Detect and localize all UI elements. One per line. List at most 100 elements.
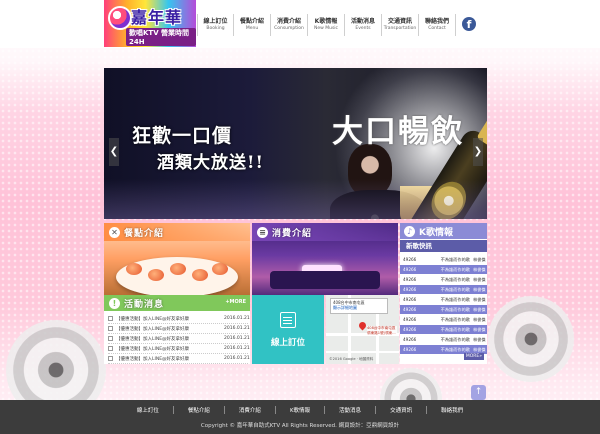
song-title: 不為誰而作的歌 [440,326,470,332]
song-artist: 林俊傑 [473,346,486,352]
map-detail-link[interactable]: 顯示詳細地圖 [333,305,385,310]
song-title: 不為誰而作的歌 [440,296,470,302]
site-footer: 線上訂位 餐點介紹 消費介紹 K歌情報 活動消息 交通資訊 聯絡我們 Copyr… [0,400,600,434]
song-code: 49266 [403,277,417,282]
footer-link-transportation[interactable]: 交通資訊 [376,406,428,414]
footer-nav: 線上訂位 餐點介紹 消費介紹 K歌情報 活動消息 交通資訊 聯絡我們 [0,406,600,414]
song-title: 不為誰而作的歌 [440,276,470,282]
event-title: 【優惠活動】加入LINE@好友拿好康 [116,316,190,322]
footer-link-consumption[interactable]: 消費介紹 [225,406,276,414]
note-icon: ≡ [257,226,268,238]
events-panel: ! 活動消息 +MORE 【優惠活動】加入LINE@好友拿好康 2016.01.… [104,295,250,364]
list-item[interactable]: 【優惠活動】加入LINE@好友拿好康 2016.01.21 [108,314,250,324]
events-more-link[interactable]: +MORE [225,299,246,305]
table-row[interactable]: 49266 不為誰而作的歌 林俊傑 [400,315,487,324]
nav-item-transportation[interactable]: 交通資訊 Transportation [382,14,419,36]
map-pin-icon[interactable] [357,320,368,331]
events-header: ! 活動消息 +MORE [104,295,250,311]
song-title: 不為誰而作的歌 [440,316,470,322]
map-attribution: ©2016 Google · 地圖資料 [329,357,374,361]
nav-item-new-music[interactable]: K歌情報 New Music [308,14,345,36]
table-row[interactable]: 49266 不為誰而作的歌 林俊傑 [400,255,487,264]
site-logo[interactable]: 嘉年華 歡唱KTV 營業時間24H [104,0,196,47]
song-code: 49266 [403,317,417,322]
logo-subtitle: 歡唱KTV 營業時間24H [126,28,196,46]
nav-label: 活動消息 [350,18,375,25]
facebook-icon[interactable]: f [462,17,476,31]
list-item[interactable]: 【優惠活動】加入LINE@好友拿好康 2016.01.21 [108,344,250,354]
consumption-panel-title: 消費介紹 [272,228,313,239]
nav-sublabel: Transportation [383,26,417,31]
logo-mark-icon [108,6,132,30]
map-panel[interactable]: 408台中市南屯區 顯示詳細地圖 408台中市南屯區嶺東路1號(嶺東... ©2… [326,295,399,364]
event-title: 【優惠活動】加入LINE@好友拿好康 [116,346,190,352]
music-note-icon: ♪ [404,225,415,237]
nav-label: 聯絡我們 [424,18,449,25]
banner-headline-2: 酒類大放送!! [157,153,264,173]
song-artist: 林俊傑 [473,276,486,282]
booking-label: 線上訂位 [270,338,305,348]
slider-prev-button[interactable]: ❮ [109,138,119,166]
table-row[interactable]: 49266 不為誰而作的歌 林俊傑 [400,265,487,274]
table-row[interactable]: 49266 不為誰而作的歌 林俊傑 [400,305,487,314]
nav-sublabel: Booking [206,26,225,31]
song-title: 不為誰而作的歌 [440,286,470,292]
footer-link-menu[interactable]: 餐點介紹 [174,406,225,414]
song-artist: 林俊傑 [473,266,486,272]
site-header: 嘉年華 歡唱KTV 營業時間24H 線上訂位 Booking 餐點介紹 Menu… [0,0,600,48]
song-artist: 林俊傑 [473,296,486,302]
footer-link-new-music[interactable]: K歌情報 [276,406,326,414]
banner-fog [104,179,487,219]
footer-link-events[interactable]: 活動消息 [325,406,377,414]
back-to-top-button[interactable]: ↑ [471,385,486,400]
utensils-icon: ✕ [109,226,120,238]
ktv-more-link[interactable]: MORE» [463,353,484,360]
copyright-text: Copyright © 嘉年華自助式KTV All Rights Reserve… [200,423,400,429]
map-place-label: 408台中市南屯區嶺東路1號(嶺東... [367,326,397,335]
song-artist: 林俊傑 [473,316,486,322]
list-item[interactable]: 【優惠活動】加入LINE@好友拿好康 2016.01.21 [108,354,250,364]
nav-item-consumption[interactable]: 消費介紹 Consumption [271,14,308,36]
document-icon [108,356,113,361]
footer-link-booking[interactable]: 線上訂位 [123,406,174,414]
song-code: 49266 [403,347,417,352]
shrimp [212,263,228,275]
nav-label: 線上訂位 [203,18,228,25]
slider-next-button[interactable]: ❯ [473,138,483,166]
nav-item-events[interactable]: 活動消息 Events [345,14,382,36]
table-row[interactable]: 49266 不為誰而作的歌 林俊傑 [400,275,487,284]
table-row[interactable]: 49266 不為誰而作的歌 林俊傑 [400,295,487,304]
event-title: 【優惠活動】加入LINE@好友拿好康 [116,336,190,342]
nav-label: K歌情報 [314,18,338,25]
ktv-title: K歌情報 [419,227,453,238]
banner-headline-1: 狂歡一口價 [132,125,233,147]
song-artist: 林俊傑 [473,256,486,262]
song-title: 不為誰而作的歌 [440,256,470,262]
nav-sublabel: Contact [428,26,446,31]
banner-headline-3: 大口暢飲 [332,114,464,150]
hero-banner[interactable]: 狂歡一口價 酒類大放送!! 大口暢飲 ❮ ❯ [104,68,487,219]
event-title: 【優惠活動】加入LINE@好友拿好康 [116,356,190,362]
list-item[interactable]: 【優惠活動】加入LINE@好友拿好康 2016.01.21 [108,324,250,334]
nav-item-menu[interactable]: 餐點介紹 Menu [234,14,271,36]
booking-tile[interactable]: 線上訂位 [252,295,324,364]
document-icon [108,326,113,331]
nav-item-contact[interactable]: 聯絡我們 Contact [419,14,456,36]
song-title: 不為誰而作的歌 [440,346,470,352]
menu-panel[interactable]: ✕ 餐點介紹 [104,223,250,295]
consumption-panel[interactable]: ≡ 消費介紹 [252,223,398,295]
table-row[interactable]: 49266 不為誰而作的歌 林俊傑 [400,335,487,344]
table-row[interactable]: 49266 不為誰而作的歌 林俊傑 [400,325,487,334]
ktv-song-list: 49266 不為誰而作的歌 林俊傑 49266 不為誰而作的歌 林俊傑 49266 不為誰… [400,255,487,355]
table-row[interactable]: 49266 不為誰而作的歌 林俊傑 [400,285,487,294]
events-header-inner: ! 活動消息 [104,295,164,311]
footer-link-contact[interactable]: 聯絡我們 [427,406,477,414]
nav-item-booking[interactable]: 線上訂位 Booking [197,14,234,36]
song-artist: 林俊傑 [473,336,486,342]
nav-label: 餐點介紹 [239,18,264,25]
events-title: 活動消息 [124,299,165,310]
song-title: 不為誰而作的歌 [440,306,470,312]
shrimp [126,263,142,275]
list-item[interactable]: 【優惠活動】加入LINE@好友拿好康 2016.01.21 [108,334,250,344]
speaker-decoration-right [488,296,574,382]
